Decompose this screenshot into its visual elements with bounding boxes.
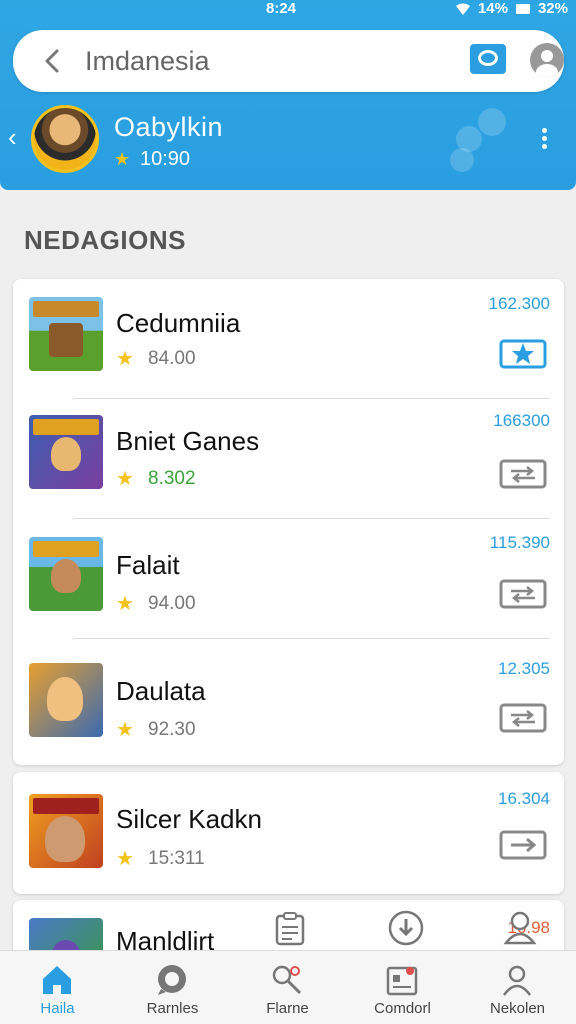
game-price: 16.304 [498,789,550,808]
star-icon: ★ [116,468,134,490]
star-icon: ★ [114,149,131,169]
camera-icon[interactable] [470,44,506,74]
status-time: 8:24 [266,0,297,17]
swap-icon[interactable] [499,577,547,611]
star-icon: ★ [116,348,134,370]
share-star-icon[interactable] [499,337,547,371]
search-person-icon [272,965,302,995]
status-bar: 8:24 14% 32% [0,0,576,20]
game-thumbnail [29,297,103,371]
nav-item-nekolen[interactable]: Nekolen [460,951,575,1024]
games-card: Cedumniia ★ 84.00 162.300 Bniet Ganes ★ … [13,279,564,765]
clipboard-icon[interactable] [272,911,308,947]
nav-item-flarne[interactable]: Flarne [230,951,345,1024]
nav-label: Flarne [266,1000,309,1017]
game-rating: 92.30 [148,719,196,740]
game-price: 162.300 [488,294,550,313]
star-icon: ★ [116,593,134,615]
profile-rating: 10:90 [140,148,191,170]
nav-label: Nekolen [489,1000,546,1017]
wifi-icon [455,3,470,15]
status-right: 14% 32% [455,0,568,17]
decorative-bubbles [450,108,510,178]
profile-name: Oabylkin [114,112,224,142]
nav-item-comdorl[interactable]: Comdorl [345,951,460,1024]
back-arrow-icon[interactable] [39,47,67,75]
avatar[interactable] [31,105,99,173]
bottom-nav: Haila Rarnles Flarne Comdorl Nekolen [0,950,576,1024]
nav-label: Comdorl [374,1000,431,1017]
nav-item-rarnles[interactable]: Rarnles [115,951,230,1024]
game-thumbnail [29,537,103,611]
game-title: Cedumniia [116,308,241,338]
game-thumbnail [29,794,103,868]
game-row[interactable]: Silcer Kadkn ★ 15:311 16.304 [13,772,564,892]
game-thumbnail [29,415,103,489]
game-rating: 84.00 [148,348,196,369]
floating-icons [0,905,576,949]
game-price: 12.305 [498,659,550,678]
battery-icon [515,3,530,14]
game-row[interactable]: Falait ★ 94.00 115.390 [13,519,564,639]
forward-icon[interactable] [499,828,547,862]
game-rating: 8.302 [148,468,196,489]
game-price: 115.390 [489,533,550,552]
status-signal-text: 14% [477,0,508,17]
nav-label: Haila [40,1000,75,1017]
star-icon: ★ [116,719,134,741]
download-icon[interactable] [387,909,425,947]
swap-icon[interactable] [499,701,547,735]
game-row[interactable]: Cedumniia ★ 84.00 162.300 [13,279,564,399]
game-title: Falait [116,550,180,580]
section-title: NEDAGIONS [24,225,186,255]
person-icon [502,965,532,996]
account-body [536,64,558,77]
home-icon [43,966,71,994]
game-row[interactable]: Bniet Ganes ★ 8.302 166300 [13,399,564,519]
game-rating: 94.00 [148,593,196,614]
star-icon: ★ [116,848,134,870]
app-header: 8:24 14% 32% ‹ Oabylkin ★ 10:90 [0,0,576,190]
game-row[interactable]: Daulata ★ 92.30 12.305 [13,639,564,759]
calendar-icon [386,966,418,996]
nav-label: Rarnles [146,1000,199,1017]
game-title: Daulata [116,676,206,706]
game-rating: 15:311 [148,848,205,869]
profile-badge-icon[interactable] [502,909,538,947]
search-bar[interactable] [13,30,564,92]
game-title: Bniet Ganes [116,426,260,456]
nav-item-haila[interactable]: Haila [0,951,115,1024]
game-thumbnail [29,663,103,737]
chat-icon [158,965,186,995]
game-price: 166300 [493,411,550,430]
status-extra-text: 32% [537,0,568,17]
account-icon[interactable] [530,43,564,77]
search-input[interactable] [85,44,445,78]
game-card: Silcer Kadkn ★ 15:311 16.304 [13,772,564,894]
game-title: Silcer Kadkn [116,804,262,834]
account-head [541,50,553,62]
swap-icon[interactable] [499,457,547,491]
profile-back-icon[interactable]: ‹ [8,124,24,150]
more-menu-icon[interactable] [540,128,548,150]
